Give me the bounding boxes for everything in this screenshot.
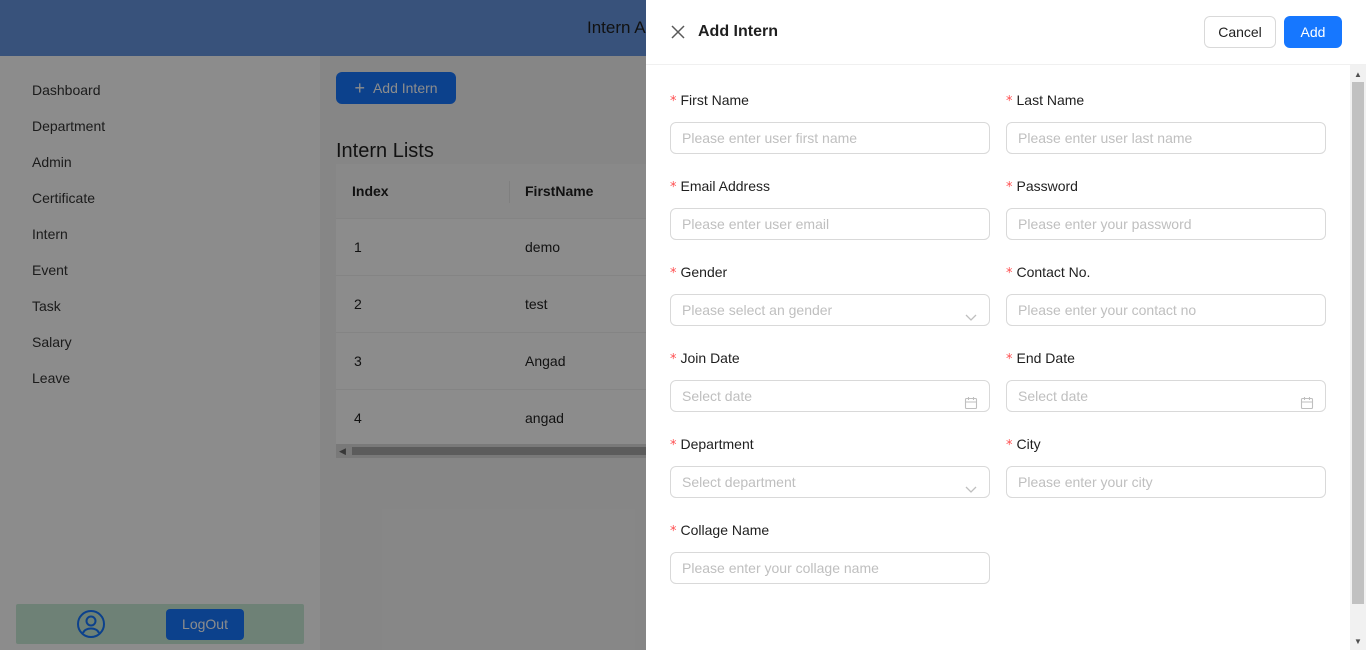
required-mark: * [670,438,677,453]
contact-input[interactable]: Please enter your contact no [1006,294,1326,326]
collage-name-input[interactable]: Please enter your collage name [670,552,990,584]
join-date-placeholder: Select date [682,388,753,404]
join-date-picker[interactable]: Select date [670,380,990,412]
calendar-icon [964,390,978,410]
scrollbar-thumb[interactable] [1352,82,1364,604]
add-button[interactable]: Add [1284,16,1342,48]
contact-label-text: Contact No. [1016,264,1091,280]
close-icon[interactable] [670,24,686,40]
required-mark: * [670,524,677,539]
password-input[interactable]: Please enter your password [1006,208,1326,240]
email-input[interactable]: Please enter user email [670,208,990,240]
end-date-label-text: End Date [1016,350,1075,366]
password-form-item: * Password Please enter your password [1006,178,1326,240]
department-select[interactable]: Select department [670,466,990,498]
contact-label: * Contact No. [1006,264,1326,286]
last-name-label-text: Last Name [1016,92,1085,108]
department-select-placeholder: Select department [682,474,796,490]
department-label-text: Department [680,436,754,452]
drawer-title: Add Intern [698,23,778,40]
gender-select-placeholder: Please select an gender [682,302,833,318]
calendar-icon [1300,390,1314,410]
required-mark: * [1006,94,1013,109]
drawer-vertical-scrollbar[interactable]: ▲ ▼ [1350,65,1366,650]
city-label: * City [1006,436,1326,458]
department-label: * Department [670,436,990,458]
city-form-item: * City Please enter your city [1006,436,1326,498]
required-mark: * [670,180,677,195]
required-mark: * [670,266,677,281]
collage-name-form-item: * Collage Name Please enter your collage … [670,522,990,584]
chevron-down-icon [964,304,978,321]
collage-name-label: * Collage Name [670,522,990,544]
gender-form-item: * Gender Please select an gender [670,264,990,326]
join-date-label-text: Join Date [680,350,740,366]
first-name-label-text: First Name [680,92,749,108]
contact-form-item: * Contact No. Please enter your contact n… [1006,264,1326,326]
gender-select[interactable]: Please select an gender [670,294,990,326]
email-label: * Email Address [670,178,990,200]
join-date-label: * Join Date [670,350,990,372]
first-name-label: * First Name [670,92,990,114]
cancel-button[interactable]: Cancel [1204,16,1276,48]
first-name-input[interactable]: Please enter user first name [670,122,990,154]
email-form-item: * Email Address Please enter user email [670,178,990,240]
city-label-text: City [1016,436,1041,452]
gender-label: * Gender [670,264,990,286]
required-mark: * [1006,266,1013,281]
password-label: * Password [1006,178,1326,200]
chevron-down-icon [964,476,978,493]
add-intern-drawer: Add Intern Cancel Add * First Name Please… [646,0,1366,650]
scroll-down-icon[interactable]: ▼ [1354,637,1362,646]
first-name-form-item: * First Name Please enter user first name [670,92,990,154]
last-name-input[interactable]: Please enter user last name [1006,122,1326,154]
required-mark: * [670,94,677,109]
join-date-form-item: * Join Date Select date [670,350,990,412]
gender-label-text: Gender [680,264,728,280]
end-date-label: * End Date [1006,350,1326,372]
email-label-text: Email Address [680,178,770,194]
department-form-item: * Department Select department [670,436,990,498]
last-name-label: * Last Name [1006,92,1326,114]
drawer-header: Add Intern Cancel Add [646,0,1366,65]
password-label-text: Password [1016,178,1078,194]
city-input[interactable]: Please enter your city [1006,466,1326,498]
required-mark: * [1006,180,1013,195]
required-mark: * [1006,438,1013,453]
required-mark: * [1006,352,1013,367]
add-intern-form: * First Name Please enter user first name… [646,65,1350,650]
required-mark: * [670,352,677,367]
end-date-picker[interactable]: Select date [1006,380,1326,412]
end-date-form-item: * End Date Select date [1006,350,1326,412]
scroll-up-icon[interactable]: ▲ [1354,70,1362,79]
last-name-form-item: * Last Name Please enter user last name [1006,92,1326,154]
end-date-placeholder: Select date [1018,388,1089,404]
collage-name-label-text: Collage Name [680,522,770,538]
